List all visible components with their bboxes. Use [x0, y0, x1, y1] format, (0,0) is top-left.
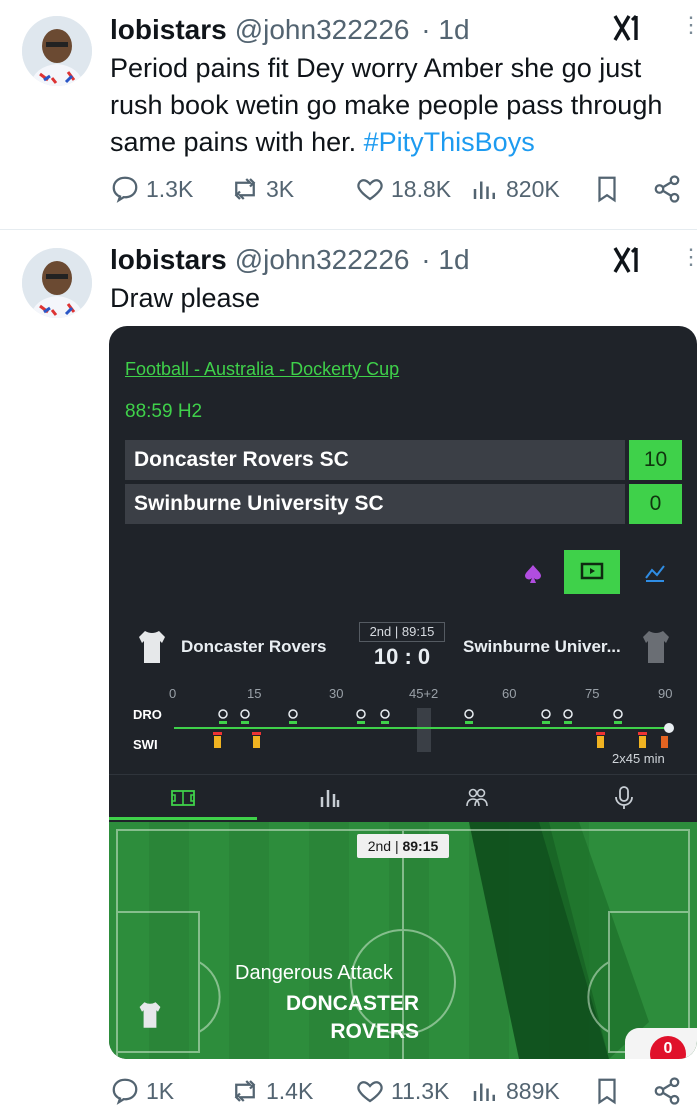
- x1-icon[interactable]: [612, 244, 644, 284]
- reply-count: 1K: [146, 1077, 175, 1104]
- pitch-time: 89:15: [402, 838, 439, 854]
- home-team-bar: Doncaster Rovers SC: [125, 440, 625, 480]
- home-team-name: Doncaster Rovers: [181, 637, 327, 656]
- author-line: lobistars @john322226 · 1d: [110, 244, 470, 276]
- view-count: 820K: [506, 175, 560, 202]
- screen-icon: [580, 562, 604, 580]
- views-button[interactable]: 820K: [470, 174, 560, 204]
- match-duration: 2x45 min: [612, 751, 665, 766]
- pitch-period-tag: 2nd | 89:15: [357, 834, 449, 858]
- avatar[interactable]: [22, 16, 92, 86]
- more-options-icon[interactable]: ⋮: [680, 14, 697, 36]
- timeline-graphic: [174, 708, 674, 752]
- bar-stats-icon: [320, 790, 339, 807]
- pitch-view: 2nd | 89:15 Dangerous Attack DONCASTER R…: [109, 822, 697, 1059]
- away-score: 0: [629, 484, 682, 524]
- tweet-1: lobistars @john322226 · 1d ⋮ Period pains…: [0, 0, 697, 229]
- score-line: 10 : 0: [373, 644, 431, 669]
- tab-lineups[interactable]: [403, 775, 550, 821]
- pitch-icon: [170, 790, 195, 806]
- player-jersey-icon: [139, 1002, 161, 1028]
- timeline: 0 15 30 45+2 60 75 90 DRO SWI 2x45 min: [109, 681, 697, 771]
- tab-pitch[interactable]: [109, 775, 256, 821]
- bookmark-icon: [598, 176, 616, 203]
- handle[interactable]: @john322226: [235, 244, 410, 275]
- stats-chart-icon[interactable]: [643, 560, 667, 589]
- repost-button[interactable]: 3K: [230, 174, 294, 204]
- tweet-text: Period pains fit Dey worry Amber she go …: [110, 50, 693, 161]
- home-score: 10: [629, 440, 682, 480]
- live-view-button[interactable]: [564, 550, 620, 594]
- microphone-icon: [614, 786, 633, 809]
- avatar[interactable]: [22, 248, 92, 318]
- card-tabs: [109, 774, 697, 820]
- period-label: 2nd | 89:15: [359, 622, 445, 642]
- home-jersey-icon: [139, 631, 165, 663]
- timestamp[interactable]: · 1d: [421, 14, 469, 45]
- views-button[interactable]: 889K: [470, 1076, 560, 1106]
- x1-icon[interactable]: [612, 12, 644, 52]
- bookmark-icon: [598, 1078, 616, 1105]
- away-team-name: Swinburne Univer...: [463, 637, 621, 656]
- handle[interactable]: @john322226: [235, 14, 410, 45]
- like-button[interactable]: 18.8K: [355, 174, 451, 204]
- share-button[interactable]: [652, 174, 682, 204]
- away-team-bar: Swinburne University SC: [125, 484, 625, 524]
- timestamp[interactable]: · 1d: [421, 244, 469, 275]
- reply-icon: [112, 176, 138, 203]
- spade-icon[interactable]: [521, 562, 545, 591]
- display-name[interactable]: lobistars: [110, 244, 227, 275]
- display-name[interactable]: lobistars: [110, 14, 227, 45]
- active-tab-indicator: [109, 817, 257, 820]
- bookmark-button[interactable]: [592, 174, 622, 204]
- share-icon: [654, 1077, 680, 1105]
- pitch-period: 2nd: [367, 838, 392, 854]
- hashtag-link[interactable]: #PityThisBoys: [364, 127, 535, 157]
- analytics-icon: [473, 1083, 495, 1101]
- view-count: 889K: [506, 1077, 560, 1104]
- people-icon: [465, 788, 488, 807]
- notification-badge[interactable]: 0: [625, 1028, 697, 1059]
- author-line: lobistars @john322226 · 1d: [110, 14, 470, 46]
- tweet-actions: 1K 1.4K 11.3K 889K: [0, 1076, 697, 1114]
- reply-count: 1.3K: [146, 175, 194, 202]
- bookmark-button[interactable]: [592, 1076, 622, 1106]
- repost-icon: [234, 178, 256, 200]
- repost-count: 3K: [266, 175, 295, 202]
- like-count: 11.3K: [391, 1077, 450, 1104]
- away-jersey-icon: [643, 631, 669, 663]
- repost-button[interactable]: 1.4K: [230, 1076, 313, 1106]
- reply-button[interactable]: 1.3K: [110, 174, 193, 204]
- competition-link[interactable]: Football - Australia - Dockerty Cup: [125, 359, 399, 380]
- repost-icon: [234, 1080, 256, 1102]
- tab-stats[interactable]: [256, 775, 403, 821]
- share-icon: [654, 175, 680, 203]
- reply-icon: [112, 1078, 138, 1105]
- match-screenshot[interactable]: Football - Australia - Dockerty Cup 88:5…: [109, 326, 697, 1059]
- tweet-text: Draw please: [110, 283, 261, 313]
- match-clock: 88:59 H2: [125, 401, 203, 422]
- badge-count: 0: [650, 1036, 686, 1059]
- tweet-actions: 1.3K 3K 18.8K 820K: [0, 174, 697, 214]
- like-button[interactable]: 11.3K: [355, 1076, 449, 1106]
- tab-audio[interactable]: [550, 775, 697, 821]
- analytics-icon: [473, 181, 495, 199]
- heart-icon: [357, 1081, 383, 1103]
- event-team: DONCASTER ROVERS: [285, 992, 419, 1043]
- heart-icon: [357, 179, 383, 201]
- share-button[interactable]: [652, 1076, 682, 1106]
- scoreboard-row: Doncaster Rovers 2nd | 89:15 10 : 0 Swin…: [109, 622, 697, 672]
- more-options-icon[interactable]: ⋮: [680, 246, 697, 268]
- like-count: 18.8K: [391, 175, 452, 202]
- event-label: Dangerous Attack: [235, 962, 393, 984]
- repost-count: 1.4K: [266, 1077, 314, 1104]
- reply-button[interactable]: 1K: [110, 1076, 174, 1106]
